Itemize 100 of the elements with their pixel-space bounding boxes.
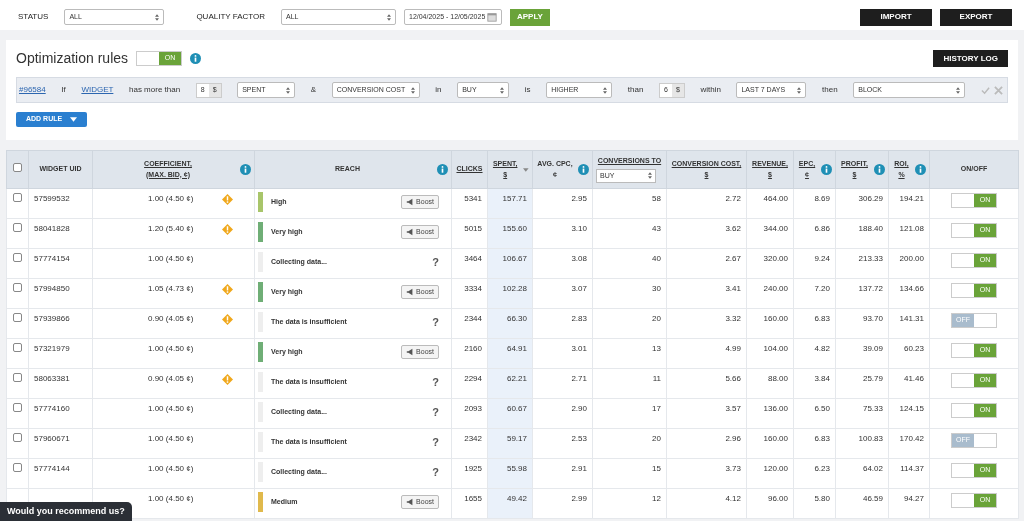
widget-id: 57321979 — [34, 344, 70, 353]
updown-arrow-icon — [797, 86, 802, 94]
table-cell: 106.67 — [502, 254, 527, 263]
checkbox[interactable] — [13, 433, 22, 442]
table-cell: 11 — [652, 374, 661, 383]
info-icon[interactable] — [821, 164, 832, 175]
table-cell: 320.00 — [763, 254, 788, 263]
table-cell: 3334 — [464, 284, 482, 293]
table-cell: 8.69 — [814, 194, 830, 203]
table-cell: 96.00 — [767, 494, 788, 503]
table-cell: 2.67 — [725, 254, 741, 263]
info-icon[interactable] — [578, 164, 589, 175]
rule-text: than — [627, 84, 644, 96]
help-mark[interactable]: ? — [432, 373, 439, 391]
table-cell: 114.37 — [900, 464, 924, 473]
rule-link[interactable]: #96584 — [19, 84, 46, 96]
updown-arrow-icon — [155, 13, 160, 21]
checkbox[interactable] — [13, 373, 22, 382]
table-cell: 5.66 — [725, 374, 741, 383]
table-cell: 188.40 — [858, 224, 883, 233]
help-mark[interactable]: ? — [432, 253, 439, 271]
table-cell: 121.08 — [899, 224, 924, 233]
table-cell: 15 — [652, 464, 661, 473]
header-button[interactable]: EXPORT — [940, 8, 1012, 26]
widget-id: 57599532 — [34, 194, 70, 203]
table-cell: 3.08 — [571, 254, 587, 263]
help-mark[interactable]: ? — [432, 403, 439, 421]
coefficient-value: 1.00 (4.50 ¢) — [148, 193, 194, 205]
info-icon[interactable] — [240, 164, 251, 175]
checkbox[interactable] — [13, 253, 22, 262]
updown-arrow-icon — [286, 86, 291, 94]
table-cell: 13 — [652, 344, 661, 353]
table-cell: 75.33 — [862, 404, 883, 413]
updown-arrow-icon — [956, 86, 961, 94]
megaphone-icon — [406, 198, 415, 206]
history-log-button[interactable]: HISTORY LOG — [933, 50, 1008, 67]
table-cell: 30 — [652, 284, 661, 293]
info-icon[interactable] — [437, 164, 448, 175]
rule-text: has more than — [129, 84, 181, 96]
table-cell: 1655 — [464, 494, 482, 503]
panel-title: Optimization rules — [16, 49, 129, 68]
table-cell: 2.72 — [725, 194, 741, 203]
table-cell: 2.53 — [571, 434, 587, 443]
widget-id: 57774160 — [34, 404, 70, 413]
table-cell: 4.12 — [725, 494, 741, 503]
table-cell: 3.01 — [571, 344, 587, 353]
updown-arrow-icon — [500, 86, 505, 94]
check-icon[interactable] — [980, 85, 990, 95]
table-cell: 2.83 — [571, 314, 587, 323]
checkbox[interactable] — [13, 283, 22, 292]
table-cell: 194.21 — [899, 194, 924, 203]
updown-arrow-icon — [603, 86, 608, 94]
table-cell: 7.20 — [814, 284, 830, 293]
sort-icon[interactable] — [523, 167, 529, 172]
help-mark[interactable]: ? — [432, 463, 439, 481]
table-cell: 2093 — [464, 404, 482, 413]
coefficient-value: 1.20 (5.40 ¢) — [148, 223, 194, 235]
table-cell: 46.59 — [862, 494, 883, 503]
table-cell: 2344 — [464, 314, 482, 323]
table-cell: 3.10 — [571, 224, 587, 233]
rule-link[interactable]: WIDGET — [81, 84, 114, 96]
widget-id: 57774154 — [34, 254, 70, 263]
coefficient-value: 1.00 (4.50 ¢) — [148, 403, 194, 415]
table-cell: 306.29 — [858, 194, 883, 203]
table-cell: 2.96 — [725, 434, 741, 443]
checkbox[interactable] — [13, 463, 22, 472]
table-cell: 3.07 — [571, 284, 587, 293]
rule-text: then — [822, 84, 838, 96]
help-mark[interactable]: ? — [432, 313, 439, 331]
caret-icon — [70, 116, 78, 122]
info-icon[interactable] — [915, 164, 926, 175]
help-mark[interactable]: ? — [432, 433, 439, 451]
checkbox[interactable] — [13, 163, 22, 173]
table-cell: 58 — [652, 194, 661, 203]
checkbox[interactable] — [13, 223, 22, 232]
info-icon[interactable] — [190, 53, 202, 64]
table-cell: 25.79 — [862, 374, 883, 383]
table-cell: 3.73 — [725, 464, 741, 473]
table-cell: 141.31 — [899, 314, 924, 323]
checkbox[interactable] — [13, 343, 22, 352]
feedback-tab[interactable]: Would you recommend us? — [0, 501, 132, 521]
table-cell: 41.46 — [903, 374, 924, 383]
table-cell: 240.00 — [763, 284, 788, 293]
filter-label: STATUS — [18, 11, 49, 23]
table-cell: 6.83 — [814, 314, 830, 323]
checkbox[interactable] — [13, 193, 22, 202]
table-cell: 155.60 — [502, 224, 527, 233]
rule-text: & — [310, 84, 317, 96]
checkbox[interactable] — [13, 403, 22, 412]
filter-label: QUALITY FACTOR — [196, 11, 265, 23]
table-cell: 2342 — [464, 434, 482, 443]
coefficient-value: 1.00 (4.50 ¢) — [148, 493, 194, 505]
calendar-icon[interactable] — [487, 12, 497, 22]
table-cell: 5341 — [464, 194, 482, 203]
info-icon[interactable] — [874, 164, 885, 175]
table-cell: 464.00 — [763, 194, 788, 203]
header-button[interactable]: IMPORT — [860, 8, 932, 26]
checkbox[interactable] — [13, 313, 22, 322]
table-cell: 6.23 — [814, 464, 830, 473]
table-cell: 12 — [652, 494, 661, 503]
